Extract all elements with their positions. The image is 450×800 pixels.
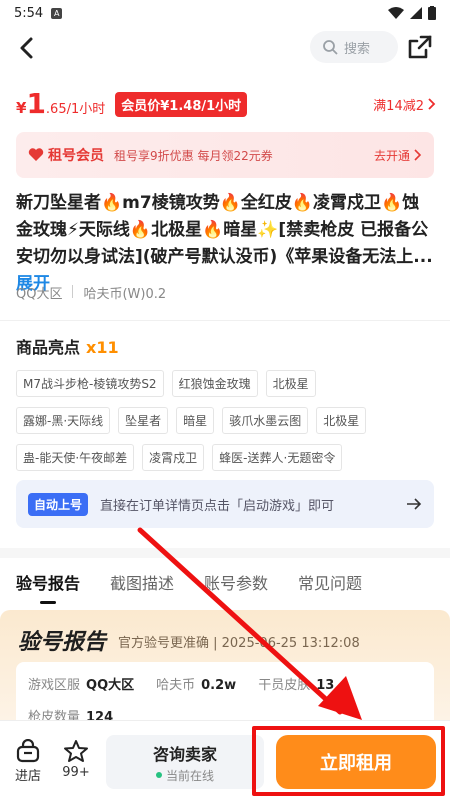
tab-params[interactable]: 账号参数 [204,570,268,594]
tab-report[interactable]: 验号报告 [16,570,80,594]
price-currency: ¥ [16,99,27,117]
favorite-button[interactable]: 99+ [56,739,96,780]
report-field: 干员皮肤 13 [258,674,334,693]
discount-label: 满14减2 [373,98,424,114]
report-line: 游戏区服 QQ大区 哈夫币 0.2w 干员皮肤 13 [28,674,334,693]
report-logo: 验号报告 [18,630,107,655]
status-bar: 5:54 A [0,0,450,26]
member-open-button[interactable]: 去开通 [374,147,422,164]
tab-screenshots[interactable]: 截图描述 [110,570,174,594]
highlight-tags: M7战斗步枪-棱镜攻势S2 红狼蚀金玫瑰 北极星 露娜-黑·天际线 坠星者 暗星… [16,370,436,481]
member-brand-label: 租号会员 [48,148,104,164]
search-box[interactable]: 搜索 [310,31,398,63]
highlight-tag: M7战斗步枪-棱镜攻势S2 [16,370,164,397]
highlight-tag: 坠星者 [118,407,169,434]
online-dot [155,772,162,778]
member-banner[interactable]: 租号会员 租号享9折优惠 每月领22元券 去开通 [16,132,434,178]
auto-login-badge: 自动上号 [28,492,89,516]
highlight-tag: 蛊-能天使·午夜邮差 [16,444,135,471]
region-coin: 哈夫币(W)0.2 [83,287,167,302]
status-icons [388,6,436,20]
divider [0,320,450,321]
tag-row: 露娜-黑·天际线 坠星者 暗星 骇爪水墨云图 北极星 [16,407,436,434]
divider [72,285,74,298]
discount-link[interactable]: 满14减2 [373,95,436,114]
store-button[interactable]: 进店 [8,739,48,784]
price: ¥ 1 .65/1小时 [16,90,105,118]
detail-tabs: 验号报告 截图描述 账号参数 常见问题 [16,570,436,594]
auto-login-text: 直接在订单详情页点击「启动游戏」即可 [100,498,335,514]
status-time: 5:54 [14,5,44,21]
arrow-right-icon [407,498,422,510]
vip-price-badge: 会员价¥1.48/1小时 [115,91,248,117]
product-title: 新刀坠星者🔥m7棱镜攻势🔥全红皮🔥凌霄戍卫🔥蚀金玫瑰⚡天际线🔥北极星🔥暗星✨[禁… [16,190,436,298]
store-label: 进店 [14,769,41,784]
member-open-label: 去开通 [373,148,410,163]
region-info: QQ大区 哈夫币(W)0.2 [16,283,166,302]
report-field: 哈夫币 0.2w [156,674,236,693]
report-field-value: 0.2w [201,678,237,693]
section-gap [0,548,450,558]
share-icon[interactable] [406,33,434,61]
highlight-tag: 北极星 [265,370,316,397]
tag-row: M7战斗步枪-棱镜攻势S2 红狼蚀金玫瑰 北极星 [16,370,436,397]
search-placeholder: 搜索 [344,41,371,57]
top-nav: 搜索 [0,28,450,68]
report-field-label: 干员皮肤 [258,678,311,693]
highlight-tag: 蜂医-送葬人·无题密令 [212,444,343,471]
notification-icon: A [51,7,63,19]
store-icon [16,739,40,763]
price-row: ¥ 1 .65/1小时 会员价¥1.48/1小时 满14减2 [16,86,436,122]
tab-faq[interactable]: 常见问题 [298,570,362,594]
chevron-right-icon [414,149,422,161]
highlights-title-label: 商品亮点 [16,338,81,357]
highlight-tag: 暗星 [176,407,215,434]
highlight-tag: 红狼蚀金玫瑰 [171,370,258,397]
member-brand: 租号会员 [28,145,104,165]
highlight-tag: 露娜-黑·天际线 [16,407,111,434]
report-info: 官方验号更准确 | 2025-06-25 13:12:08 [118,636,360,651]
favorite-count: 99+ [62,765,90,780]
region-area: QQ大区 [16,287,63,302]
consult-seller-button[interactable]: 咨询卖家 当前在线 [106,735,264,789]
heart-icon [28,148,44,161]
price-main: 1 [26,87,46,120]
annotation-highlight-box [252,726,445,796]
battery-icon [428,6,436,20]
consult-label: 咨询卖家 [152,744,217,764]
tag-row: 蛊-能天使·午夜邮差 凌霄戍卫 蜂医-送葬人·无题密令 [16,444,436,471]
auto-login-banner[interactable]: 自动上号 直接在订单详情页点击「启动游戏」即可 [16,480,434,528]
highlights-title: 商品亮点 x11 [16,334,119,358]
report-field-value: QQ大区 [86,678,135,693]
report-field-label: 哈夫币 [156,678,196,693]
product-title-text: 新刀坠星者🔥m7棱镜攻势🔥全红皮🔥凌霄戍卫🔥蚀金玫瑰⚡天际线🔥北极星🔥暗星✨[禁… [16,193,433,267]
price-suffix: .65/1小时 [45,102,106,117]
highlight-tag: 凌霄戍卫 [142,444,205,471]
online-label: 当前在线 [165,768,214,783]
member-description: 租号享9折优惠 每月领22元券 [114,148,273,163]
star-icon [64,740,88,762]
report-field: 游戏区服 QQ大区 [28,674,134,693]
report-field-value: 13 [316,678,335,693]
screen: 5:54 A 搜索 ¥ 1 .65/1小时 会员价¥1.48/1小时 满14减2… [0,0,450,800]
wifi-icon [388,7,404,19]
online-status: 当前在线 [155,767,214,784]
signal-icon [410,7,422,19]
verification-report: 验号报告 官方验号更准确 | 2025-06-25 13:12:08 游戏区服 Q… [0,610,450,742]
back-arrow-icon[interactable] [14,34,42,62]
report-field-label: 游戏区服 [28,678,81,693]
search-icon [323,40,338,55]
highlights-count: x11 [86,338,119,357]
highlight-tag: 北极星 [316,407,367,434]
chevron-right-icon [428,98,436,110]
highlight-tag: 骇爪水墨云图 [222,407,309,434]
